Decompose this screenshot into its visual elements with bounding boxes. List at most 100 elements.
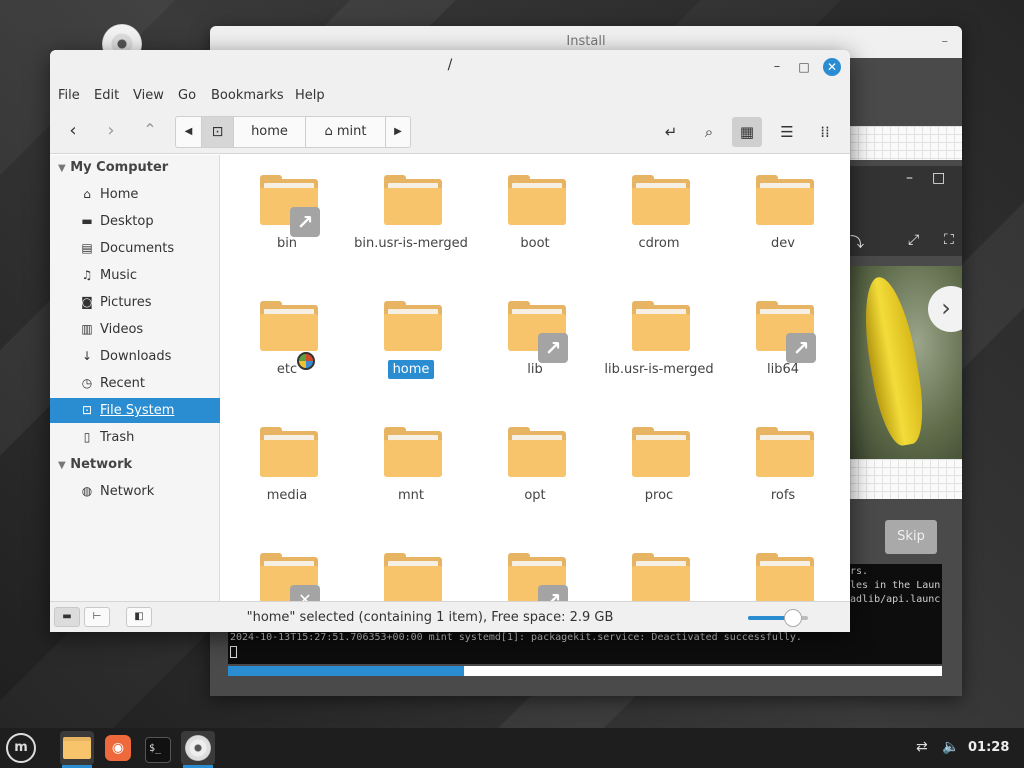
minimize-button[interactable]: – <box>768 58 786 76</box>
folder-item[interactable]: lib.usr-is-merged <box>599 281 719 391</box>
network-status-icon[interactable]: ⇄ <box>916 739 928 755</box>
sidebar-item-recent[interactable]: ◷ Recent <box>50 371 220 396</box>
folder-item[interactable]: ↗ lib64 <box>723 281 843 391</box>
sidebar-item-downloads[interactable]: ↓ Downloads <box>50 344 220 369</box>
folder-icon-part <box>632 314 690 351</box>
search-icon[interactable]: ⌕ <box>694 117 724 147</box>
sidebar-section-my-computer[interactable]: ▼ My Computer <box>58 160 168 175</box>
folder-item[interactable]: bin.usr-is-merged <box>351 155 471 265</box>
home-icon: ⌂ <box>324 124 333 139</box>
folder-name: lib64 <box>766 362 800 377</box>
zoom-slider[interactable] <box>748 609 808 627</box>
install-minimize-button[interactable]: – <box>942 26 949 58</box>
slideshow-fullscreen-icon[interactable]: ⤢ <box>908 232 919 248</box>
folder-item[interactable]: media <box>227 407 347 517</box>
folder-item[interactable] <box>599 533 719 601</box>
folder-icon-part <box>384 314 442 351</box>
toggle-sidebar-button[interactable]: ◧ <box>126 607 152 627</box>
zoom-slider-handle[interactable] <box>784 609 802 627</box>
up-button[interactable]: ⌃ <box>139 120 161 139</box>
taskbar-firefox-app[interactable]: ◉ <box>101 731 135 765</box>
file-manager-window: / – □ ✕ File Edit View Go Bookmarks Help… <box>50 50 850 632</box>
sidebar-item-file-system[interactable]: ⊡ File System <box>50 398 220 423</box>
taskbar-terminal-app[interactable]: $_ <box>141 731 175 765</box>
slideshow-next-icon[interactable]: › <box>928 286 962 332</box>
symlink-emblem-icon: ↗ <box>290 207 320 237</box>
sidebar-item-desktop[interactable]: ▬ Desktop <box>50 209 220 234</box>
sidebar-item-videos[interactable]: ▥ Videos <box>50 317 220 342</box>
list-view-button[interactable]: ☰ <box>772 117 802 147</box>
statusbar: ▬ ⊢ ◧ "home" selected (containing 1 item… <box>50 601 850 632</box>
volume-icon[interactable]: 🔈 <box>942 739 959 755</box>
folder-name: lib <box>527 362 543 377</box>
close-button[interactable]: ✕ <box>823 58 841 76</box>
breadcrumb-forward-icon[interactable]: ▶ <box>386 117 410 147</box>
menu-bookmarks[interactable]: Bookmarks <box>211 88 284 103</box>
slideshow-minimize-button[interactable]: – <box>906 170 913 186</box>
folder-item[interactable]: etc <box>227 281 347 391</box>
sidebar-item-music[interactable]: ♫ Music <box>50 263 220 288</box>
folder-item[interactable]: mnt <box>351 407 471 517</box>
sidebar-item-documents[interactable]: ▤ Documents <box>50 236 220 261</box>
menu-help[interactable]: Help <box>295 88 325 103</box>
back-button[interactable]: ‹ <box>62 120 84 141</box>
show-treeview-button[interactable]: ⊢ <box>84 607 110 627</box>
folder-item[interactable]: boot <box>475 155 595 265</box>
folder-item[interactable]: ↗ <box>475 533 595 601</box>
log-line: rs. <box>850 566 869 577</box>
titlebar: / – □ ✕ <box>50 50 850 84</box>
forward-button[interactable]: › <box>100 120 122 141</box>
sidebar-item-label: Music <box>100 268 137 283</box>
folder-item[interactable] <box>723 533 843 601</box>
folder-item[interactable]: opt <box>475 407 595 517</box>
sidebar-item-network[interactable]: ◍ Network <box>50 479 220 504</box>
folder-item[interactable]: proc <box>599 407 719 517</box>
log-line: les in the Laun <box>850 580 941 591</box>
skip-button[interactable]: Skip <box>885 520 937 554</box>
menu-edit[interactable]: Edit <box>94 88 119 103</box>
folder-item[interactable]: dev <box>723 155 843 265</box>
taskbar-installer-app[interactable] <box>181 731 215 768</box>
folder-item[interactable]: cdrom <box>599 155 719 265</box>
menu-go[interactable]: Go <box>178 88 196 103</box>
folder-item[interactable]: ✕ <box>227 533 347 601</box>
folder-name: dev <box>771 236 795 251</box>
breadcrumb-back-icon[interactable]: ◀ <box>176 117 202 147</box>
folder-name: boot <box>520 236 550 251</box>
folder-label: opt <box>465 488 605 503</box>
maximize-button[interactable]: □ <box>795 58 813 76</box>
broken-link-emblem-icon: ✕ <box>290 585 320 601</box>
slideshow-present-icon[interactable]: ⛶ <box>944 232 954 248</box>
folder-item[interactable]: rofs <box>723 407 843 517</box>
folder-item[interactable]: ↗ lib <box>475 281 595 391</box>
breadcrumb-root-drive-icon[interactable]: ⊡ <box>202 117 234 147</box>
sidebar-item-trash[interactable]: ▯ Trash <box>50 425 220 450</box>
breadcrumb-home[interactable]: home <box>234 117 306 147</box>
sidebar-item-home[interactable]: ⌂ Home <box>50 182 220 207</box>
menu-view[interactable]: View <box>133 88 164 103</box>
slideshow-maximize-button[interactable]: □ <box>932 170 945 186</box>
sidebar-item-pictures[interactable]: ◙ Pictures <box>50 290 220 315</box>
show-places-button[interactable]: ▬ <box>54 607 80 627</box>
taskbar-files-app[interactable] <box>60 731 94 768</box>
folder-item[interactable]: home <box>351 281 471 391</box>
compact-view-button[interactable]: ⁞⁞ <box>810 117 840 147</box>
toggle-location-entry-icon[interactable]: ↵ <box>656 117 686 147</box>
slideshow-photo: › <box>850 266 962 459</box>
breadcrumb-mint-label: mint <box>336 124 367 139</box>
status-text: "home" selected (containing 1 item), Fre… <box>246 610 614 625</box>
breadcrumb-mint[interactable]: ⌂ mint <box>306 117 386 147</box>
music-icon: ♫ <box>81 268 93 282</box>
slideshow-rotate-icon[interactable]: ⤵ <box>850 232 864 252</box>
window-title: / <box>447 57 453 73</box>
folder-item[interactable] <box>351 533 471 601</box>
icon-view-button[interactable]: ▦ <box>732 117 762 147</box>
clock[interactable]: 01:28 <box>968 740 1009 755</box>
folder-label: etc <box>221 362 357 377</box>
folder-icon-part <box>508 440 566 477</box>
menu-file[interactable]: File <box>58 88 80 103</box>
filesystem-icon: ⊡ <box>81 403 93 417</box>
sidebar-section-network[interactable]: ▼ Network <box>58 457 132 472</box>
mint-menu-icon[interactable]: m <box>6 733 36 763</box>
folder-item[interactable]: ↗ bin <box>227 155 347 265</box>
